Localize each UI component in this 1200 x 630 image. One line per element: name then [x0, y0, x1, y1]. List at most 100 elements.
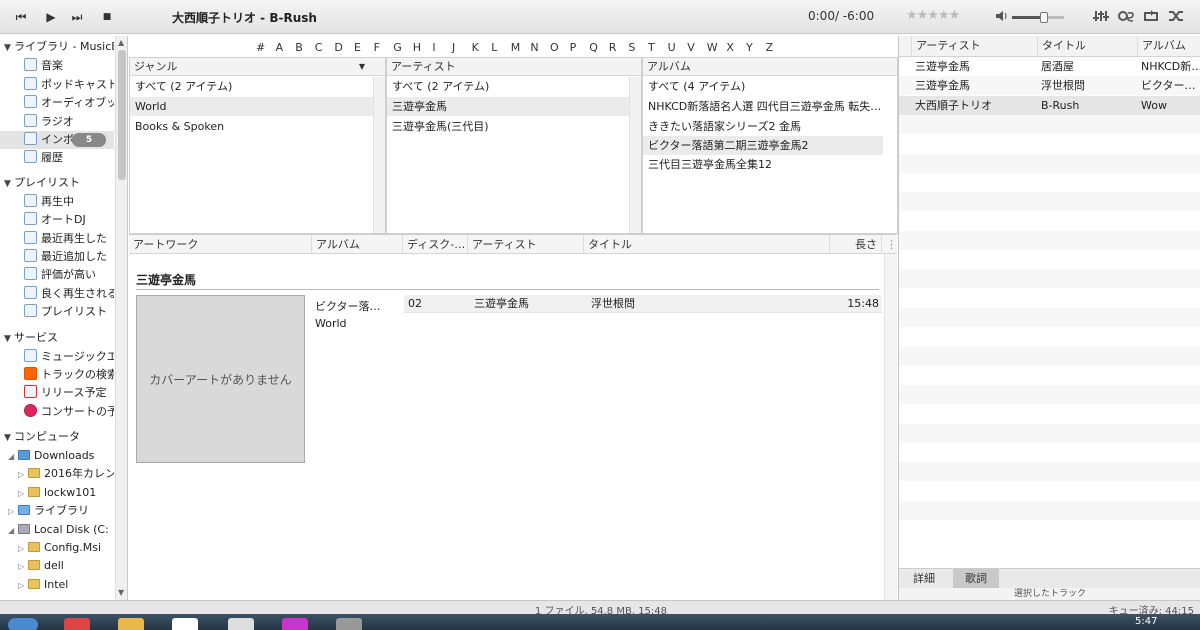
genre-pane-header[interactable]: ジャンル ▼ [130, 58, 385, 76]
sidebar-scrollbar[interactable]: ▲ ▼ [115, 36, 127, 600]
alphabet-letter[interactable]: Z [766, 41, 774, 54]
sidebar-folder-lockw101[interactable]: ▷ lockw101 [0, 484, 114, 502]
sidebar-item-now-playing[interactable]: 再生中 [0, 193, 114, 211]
alphabet-letter[interactable]: R [609, 41, 617, 54]
alphabet-letter[interactable]: B [295, 41, 303, 54]
tracklist-scrollbar[interactable] [884, 254, 897, 600]
column-disc[interactable]: ディスク-… [403, 235, 468, 254]
skip-forward-icon[interactable]: ⏭ [66, 8, 88, 26]
sidebar-header-playlists[interactable]: ▼ プレイリスト [0, 174, 114, 192]
artist-row[interactable]: すべて (2 アイテム) [387, 77, 629, 96]
sidebar-item-inbox[interactable]: インボックス5 [0, 131, 114, 149]
collapse-arrow-icon[interactable]: ▼ [4, 330, 14, 347]
queue-row[interactable]: 三遊亭金馬 浮世根問 ビクター… [899, 76, 1200, 96]
expand-arrow-icon[interactable]: ◢ [8, 522, 18, 539]
column-chooser-icon[interactable]: ⋮⋮ [882, 235, 897, 254]
sidebar-item-recently-added[interactable]: 最近追加した [0, 248, 114, 266]
alphabet-letter[interactable]: W [707, 41, 718, 54]
sidebar-item-top-rated[interactable]: 評価が高い [0, 266, 114, 284]
sidebar-item-history[interactable]: 履歴 [0, 149, 114, 167]
column-artwork[interactable]: アートワーク [129, 235, 312, 254]
sidebar-item-podcast[interactable]: ポッドキャスト [0, 76, 114, 94]
sidebar-item-most-played[interactable]: 良く再生される [0, 285, 114, 303]
collapse-arrow-icon[interactable]: ▼ [4, 429, 14, 446]
cover-art-placeholder[interactable]: カバーアートがありません [136, 295, 305, 463]
app-icon[interactable] [228, 618, 254, 630]
skip-back-icon[interactable]: ⏮ [10, 8, 32, 26]
alphabet-letter[interactable]: H [413, 41, 421, 54]
alphabet-letter[interactable]: P [570, 41, 577, 54]
artist-row[interactable]: 三遊亭金馬 [387, 97, 629, 116]
alphabet-letter[interactable]: K [472, 41, 479, 54]
genre-scrollbar[interactable] [373, 77, 385, 233]
expand-arrow-icon[interactable]: ▷ [18, 577, 28, 594]
column-title[interactable]: タイトル [584, 235, 830, 254]
alphabet-letter[interactable]: # [256, 41, 265, 54]
sidebar-item-audiobook[interactable]: オーディオブック [0, 94, 114, 112]
album-pane-header[interactable]: アルバム [643, 58, 897, 76]
sidebar-drive-c[interactable]: ◢ Local Disk (C: [0, 521, 114, 539]
sidebar-folder-dell[interactable]: ▷ dell [0, 557, 114, 575]
sidebar-header-services[interactable]: ▼ サービス [0, 329, 114, 347]
sidebar-item-music-explorer[interactable]: ミュージックエ [0, 348, 114, 366]
sidebar-item-track-search[interactable]: トラックの検索 [0, 366, 114, 384]
alphabet-letter[interactable]: L [491, 41, 497, 54]
sidebar-item-playlist[interactable]: プレイリスト [0, 303, 114, 321]
sidebar-item-upcoming-releases[interactable]: リリース予定 [0, 384, 114, 402]
play-icon[interactable]: ▶ [40, 8, 62, 26]
alphabet-letter[interactable]: A [276, 41, 284, 54]
volume-icon[interactable] [995, 9, 1009, 23]
sidebar-folder-config-msi[interactable]: ▷ Config.Msi [0, 539, 114, 557]
sidebar-item-radio[interactable]: ラジオ [0, 113, 114, 131]
genre-row[interactable]: Books & Spoken [130, 117, 373, 136]
alphabet-letter[interactable]: Y [746, 41, 753, 54]
album-row[interactable]: NHKCD新落語名人選 四代目三遊亭金馬 転失… [643, 97, 883, 116]
sidebar-header-computer[interactable]: ▼ コンピュータ [0, 428, 114, 446]
column-artist[interactable]: アーティスト [468, 235, 584, 254]
expand-arrow-icon[interactable]: ▷ [18, 466, 28, 483]
equalizer-icon[interactable] [1093, 9, 1109, 23]
alphabet-letter[interactable]: F [374, 41, 380, 54]
album-row[interactable]: ききたい落語家シリーズ2 金馬 [643, 117, 883, 136]
alphabet-letter[interactable]: I [432, 41, 435, 54]
volume-knob[interactable] [1040, 12, 1048, 23]
scroll-up-icon[interactable]: ▲ [118, 38, 124, 47]
column-album[interactable]: アルバム [312, 235, 403, 254]
start-button-icon[interactable] [8, 618, 38, 630]
chrome-icon[interactable] [64, 618, 90, 630]
album-row[interactable]: すべて (4 アイテム) [643, 77, 883, 96]
alphabet-letter[interactable]: O [550, 41, 559, 54]
queue-column-album[interactable]: アルバム [1137, 36, 1200, 56]
sidebar-scroll-thumb[interactable] [118, 50, 126, 180]
sidebar-folder-calendar[interactable]: ▷ 2016年カレン [0, 465, 114, 483]
alphabet-letter[interactable]: X [726, 41, 734, 54]
expand-arrow-icon[interactable]: ▷ [18, 558, 28, 575]
tab-details[interactable]: 詳細 [901, 569, 947, 589]
queue-row[interactable]: 三遊亭金馬 居酒屋 NHKCD新… [899, 57, 1200, 76]
queue-column-title[interactable]: タイトル [1037, 36, 1137, 56]
clock[interactable]: 5:47 [1135, 616, 1157, 627]
artist-row[interactable]: 三遊亭金馬(三代目) [387, 117, 629, 136]
volume-slider[interactable] [1012, 12, 1064, 23]
artist-pane-header[interactable]: アーティスト [387, 58, 641, 76]
genre-row[interactable]: World [130, 97, 373, 116]
rating-stars[interactable]: ★★★★★ [906, 8, 960, 23]
dropdown-arrow-icon[interactable]: ▼ [359, 58, 365, 76]
track-row[interactable]: 02 三遊亭金馬 浮世根問 15:48 [404, 295, 882, 313]
alphabet-letter[interactable]: M [511, 41, 521, 54]
alphabet-letter[interactable]: T [648, 41, 655, 54]
expand-arrow-icon[interactable]: ▷ [18, 485, 28, 502]
alphabet-letter[interactable]: C [315, 41, 323, 54]
explorer-icon[interactable] [118, 618, 144, 630]
expand-arrow-icon[interactable]: ▷ [8, 503, 18, 520]
artist-scrollbar[interactable] [629, 77, 641, 233]
tab-lyrics[interactable]: 歌詞 [953, 569, 999, 589]
lastfm-icon[interactable] [1118, 9, 1134, 23]
alphabet-letter[interactable]: E [354, 41, 361, 54]
sidebar-folder-library[interactable]: ▷ ライブラリ [0, 502, 114, 520]
sidebar-folder-intel[interactable]: ▷ Intel [0, 576, 114, 594]
scroll-down-icon[interactable]: ▼ [118, 588, 124, 597]
alphabet-letter[interactable]: V [687, 41, 695, 54]
alphabet-letter[interactable]: N [530, 41, 538, 54]
sidebar-item-recently-played[interactable]: 最近再生した [0, 230, 114, 248]
